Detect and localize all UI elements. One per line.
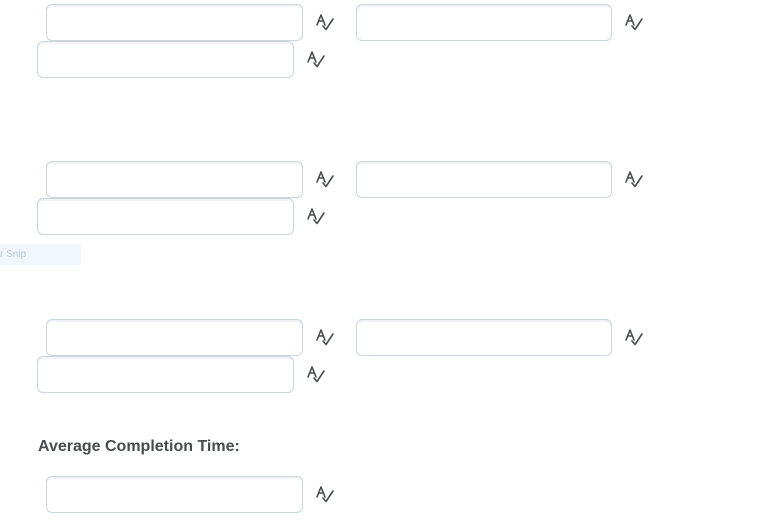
spellcheck-icon[interactable]	[624, 327, 644, 347]
group-3-field-2[interactable]	[356, 319, 612, 356]
spellcheck-icon[interactable]	[624, 169, 644, 189]
spellcheck-icon[interactable]	[624, 12, 644, 32]
spellcheck-icon[interactable]	[315, 12, 335, 32]
spellcheck-icon[interactable]	[315, 327, 335, 347]
spellcheck-icon[interactable]	[306, 364, 326, 384]
group-2-field-3[interactable]	[37, 198, 294, 235]
group-2-field-1[interactable]	[46, 161, 303, 198]
group-2-field-2[interactable]	[356, 161, 612, 198]
group-3-field-1[interactable]	[46, 319, 303, 356]
group-1-field-3[interactable]	[37, 41, 294, 78]
spellcheck-icon[interactable]	[306, 49, 326, 69]
average-completion-time-label: Average Completion Time:	[38, 438, 240, 455]
group-1-field-2[interactable]	[356, 4, 612, 41]
snip-overlay: r Snip	[0, 244, 81, 265]
spellcheck-icon[interactable]	[315, 169, 335, 189]
group-3-field-3[interactable]	[37, 356, 294, 393]
spellcheck-icon[interactable]	[306, 206, 326, 226]
average-completion-time-input[interactable]	[46, 476, 303, 513]
group-1-field-1[interactable]	[46, 4, 303, 41]
spellcheck-icon[interactable]	[315, 484, 335, 504]
